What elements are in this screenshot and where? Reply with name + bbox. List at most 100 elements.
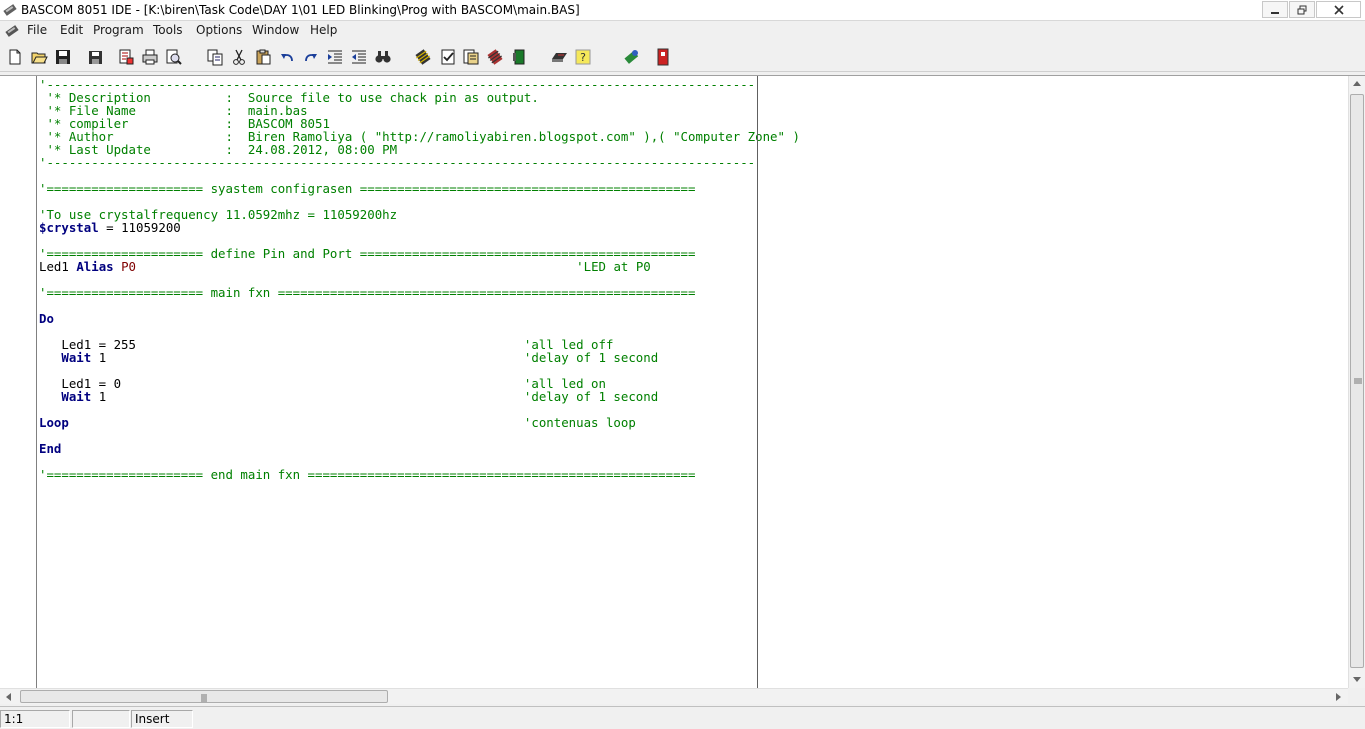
redo-button[interactable]	[300, 46, 322, 68]
svg-text:?: ?	[580, 51, 586, 64]
right-margin-line	[757, 76, 758, 688]
code-comment: 'delay of 1 second	[523, 389, 659, 404]
code-line[interactable]: $crystal = 11059200	[39, 221, 1339, 234]
editor-gutter[interactable]	[0, 76, 37, 688]
scroll-right-icon[interactable]	[1336, 693, 1342, 701]
simulate-icon	[487, 49, 503, 65]
save-icon	[56, 50, 70, 64]
paste-icon	[256, 49, 271, 65]
restore-icon	[1297, 5, 1307, 14]
lcd-designer-icon	[624, 50, 639, 64]
code-keyword: Alias	[76, 259, 114, 274]
open-button[interactable]	[28, 46, 50, 68]
code-area[interactable]: '---------------------------------------…	[39, 78, 1339, 688]
compile-button[interactable]	[412, 46, 434, 68]
save-button[interactable]	[52, 46, 74, 68]
open-folder-icon	[31, 52, 48, 64]
code-line[interactable]: '===================== end main fxn ====…	[39, 468, 1339, 481]
program-chip-icon	[513, 49, 525, 65]
code-comment: 'LED at P0	[576, 259, 651, 274]
code-line[interactable]	[39, 429, 1339, 442]
code-text: = 11059200	[98, 220, 181, 235]
exit-icon	[657, 48, 669, 66]
indent-icon	[328, 50, 342, 64]
print-preview-button[interactable]	[115, 46, 137, 68]
grip-icon	[1354, 378, 1362, 384]
close-button[interactable]	[1316, 1, 1361, 18]
code-line[interactable]: 'To use crystalfrequency 11.0592mhz = 11…	[39, 208, 1339, 221]
menu-tools[interactable]: Tools	[153, 23, 183, 37]
scroll-up-icon[interactable]	[1353, 80, 1361, 86]
new-file-icon	[9, 49, 21, 65]
menu-options[interactable]: Options	[196, 23, 242, 37]
code-line[interactable]: Led1 Alias P0 'LED at P0	[39, 260, 1339, 273]
zoom-preview-button[interactable]	[163, 46, 185, 68]
save-all-button[interactable]	[84, 46, 106, 68]
code-line[interactable]: Loop 'contenuas loop	[39, 416, 1339, 429]
code-line[interactable]: '===================== syastem configras…	[39, 182, 1339, 195]
simulate-button[interactable]	[484, 46, 506, 68]
menu-edit[interactable]: Edit	[60, 23, 83, 37]
vertical-scrollbar[interactable]	[1348, 76, 1365, 688]
report-icon	[463, 49, 479, 65]
horizontal-scrollbar[interactable]	[0, 688, 1348, 704]
find-button[interactable]	[372, 46, 394, 68]
print-button[interactable]	[139, 46, 161, 68]
show-result-button[interactable]	[460, 46, 482, 68]
menu-file[interactable]: File	[27, 23, 47, 37]
horizontal-scroll-thumb[interactable]	[20, 690, 388, 703]
code-comment: '---------------------------------------…	[39, 155, 756, 170]
scrollbar-corner	[1348, 688, 1365, 704]
scroll-left-icon[interactable]	[5, 693, 11, 701]
syntax-check-button[interactable]	[437, 46, 459, 68]
status-bar: 1:1 Insert	[0, 706, 1365, 729]
minimize-button[interactable]	[1262, 1, 1288, 18]
cut-button[interactable]	[228, 46, 250, 68]
code-line[interactable]: '---------------------------------------…	[39, 156, 1339, 169]
title-bar: BASCOM 8051 IDE - [K:\biren\Task Code\DA…	[0, 0, 1365, 21]
new-file-button[interactable]	[4, 46, 26, 68]
vertical-scroll-thumb[interactable]	[1350, 94, 1364, 668]
restore-button[interactable]	[1289, 1, 1315, 18]
bascom-app-icon	[3, 4, 17, 16]
lcd-designer-button[interactable]	[620, 46, 642, 68]
minimize-icon	[1271, 11, 1279, 14]
code-line[interactable]: '===================== main fxn ========…	[39, 286, 1339, 299]
outdent-icon	[352, 50, 366, 64]
insert-mode: Insert	[131, 710, 193, 728]
code-line[interactable]: Wait 1 'delay of 1 second	[39, 351, 1339, 364]
code-line[interactable]: End	[39, 442, 1339, 455]
menu-program[interactable]: Program	[93, 23, 144, 37]
undo-button[interactable]	[276, 46, 298, 68]
code-text: 1	[91, 350, 524, 365]
help-icon: ?	[575, 49, 591, 65]
exit-button[interactable]	[652, 46, 674, 68]
code-keyword: Wait	[61, 350, 92, 365]
code-line[interactable]: Do	[39, 312, 1339, 325]
code-text: 1	[91, 389, 524, 404]
help-tip-button[interactable]: ?	[572, 46, 594, 68]
program-chip-button[interactable]	[508, 46, 530, 68]
paste-button[interactable]	[252, 46, 274, 68]
terminal-button[interactable]	[548, 46, 570, 68]
outdent-button[interactable]	[348, 46, 370, 68]
document-icon[interactable]	[4, 23, 20, 39]
code-line[interactable]	[39, 299, 1339, 312]
menu-help[interactable]: Help	[310, 23, 337, 37]
copy-button[interactable]	[204, 46, 226, 68]
code-line[interactable]: Wait 1 'delay of 1 second	[39, 390, 1339, 403]
cursor-position: 1:1	[0, 710, 70, 728]
code-comment: 'delay of 1 second	[523, 350, 659, 365]
menu-bar: File Edit Program Tools Options Window H…	[0, 21, 1365, 59]
code-comment: '===================== main fxn ========…	[39, 285, 696, 300]
scroll-down-icon[interactable]	[1353, 677, 1361, 683]
find-icon	[375, 51, 391, 63]
print-icon	[142, 49, 158, 65]
menu-window[interactable]: Window	[252, 23, 299, 37]
indent-button[interactable]	[324, 46, 346, 68]
code-editor[interactable]: '---------------------------------------…	[0, 75, 1365, 688]
status-blank-pane	[72, 710, 130, 728]
